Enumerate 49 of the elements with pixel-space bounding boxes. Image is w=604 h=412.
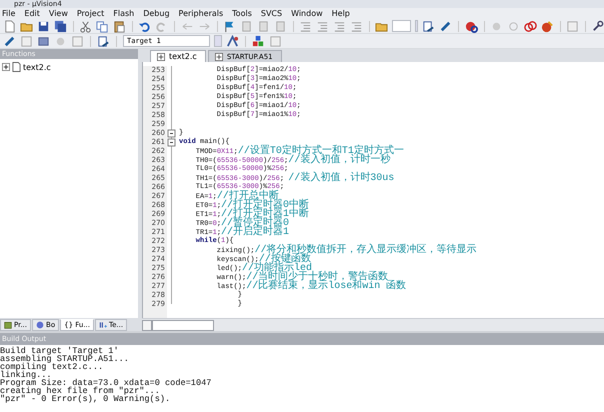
- target-options-icon[interactable]: [226, 34, 239, 48]
- window-icon[interactable]: [269, 34, 282, 48]
- flag-icon[interactable]: [222, 20, 236, 32]
- indent-icon[interactable]: [332, 20, 346, 32]
- scrollbar-thumb[interactable]: [152, 320, 214, 330]
- menu-item[interactable]: Flash: [113, 8, 134, 19]
- menu-item[interactable]: View: [48, 8, 68, 19]
- menu-item[interactable]: Edit: [24, 8, 40, 19]
- output-line: creating hex file from "pzr"...: [0, 387, 160, 395]
- menu-item[interactable]: Window: [291, 8, 323, 19]
- indent-icon[interactable]: [316, 20, 329, 32]
- collapse-icon[interactable]: [167, 129, 177, 138]
- save-all-icon[interactable]: [54, 20, 67, 32]
- output-line: linking...: [0, 371, 52, 379]
- collapse-icon[interactable]: [167, 138, 177, 147]
- blocks-icon[interactable]: [252, 34, 265, 48]
- menu-item[interactable]: Debug: [143, 8, 170, 19]
- output-line: Program Size: data=73.0 xdata=0 code=1047: [0, 379, 212, 387]
- menu-item[interactable]: Project: [76, 8, 104, 19]
- load-icon[interactable]: [97, 34, 110, 48]
- kill-breakpoints-icon[interactable]: [540, 20, 554, 32]
- undo-icon[interactable]: [138, 20, 152, 32]
- output-line: compiling text2.c...: [0, 363, 104, 371]
- menu-item[interactable]: Tools: [232, 8, 252, 19]
- window-icon[interactable]: [20, 34, 33, 48]
- cut-icon[interactable]: [79, 20, 92, 32]
- find-combo-box[interactable]: [392, 20, 412, 32]
- breakpoints-icon[interactable]: [524, 20, 537, 32]
- menu-item[interactable]: Peripherals: [178, 8, 224, 19]
- templates-icon: [99, 321, 107, 329]
- save-icon[interactable]: [37, 20, 50, 32]
- window-icon[interactable]: [566, 20, 579, 32]
- expand-icon[interactable]: [2, 63, 10, 71]
- paste-icon[interactable]: [113, 20, 126, 32]
- tree-item[interactable]: text2.c: [23, 62, 51, 72]
- indent-icon[interactable]: [350, 20, 363, 32]
- menu-item[interactable]: Help: [332, 8, 350, 19]
- indent-icon[interactable]: [298, 20, 312, 32]
- output-line: "pzr" - 0 Error(s), 0 Warning(s).: [0, 395, 172, 403]
- output-line: Build target 'Target 1': [0, 347, 119, 355]
- editor-tab[interactable]: text2.c: [150, 50, 206, 62]
- new-file-icon[interactable]: [3, 20, 16, 32]
- copy-icon[interactable]: [96, 20, 110, 32]
- output-line: assembling STARTUP.A51...: [0, 355, 130, 363]
- menu-item[interactable]: SVCS: [260, 8, 282, 19]
- menu-item[interactable]: File: [2, 8, 16, 19]
- load-icon[interactable]: [422, 20, 436, 32]
- scroll-left-button[interactable]: [142, 320, 152, 330]
- debug-icon[interactable]: [464, 20, 478, 32]
